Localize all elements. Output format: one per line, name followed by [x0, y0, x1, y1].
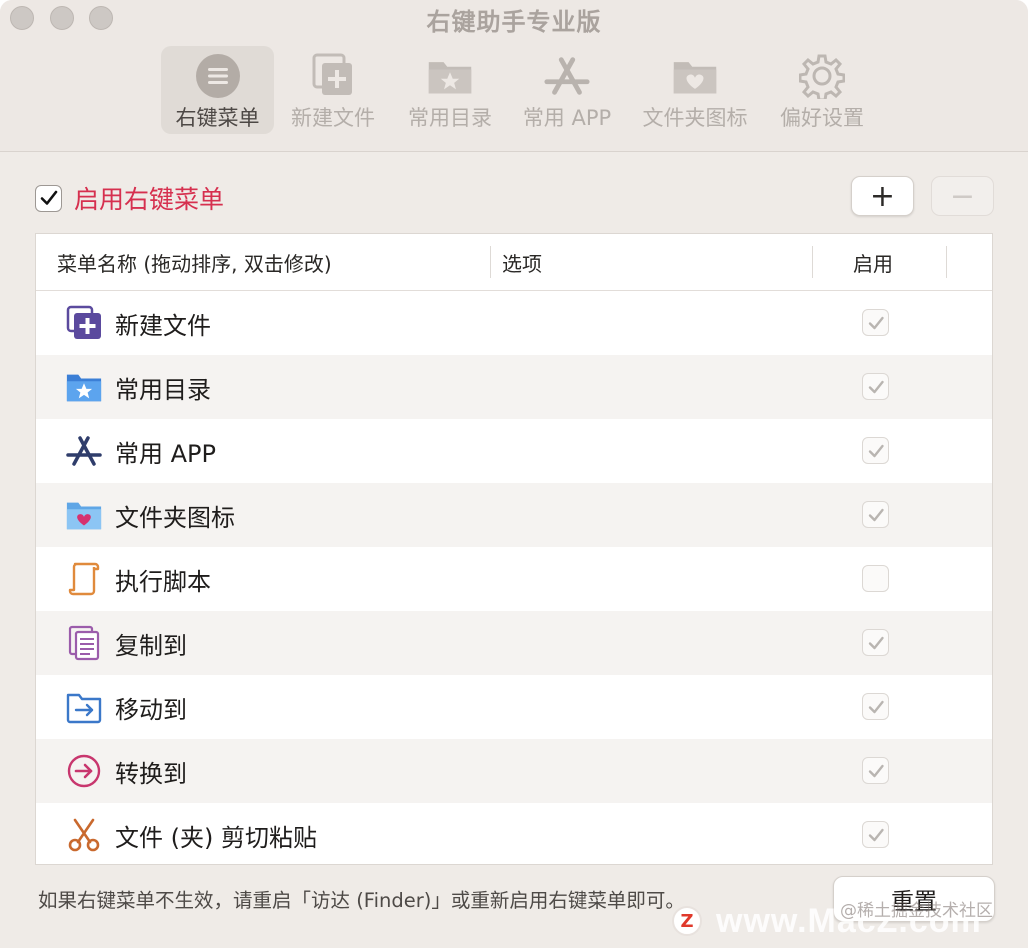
- column-divider[interactable]: [812, 246, 813, 278]
- enable-right-click-checkbox[interactable]: [35, 184, 62, 212]
- row-enabled-checkbox[interactable]: [862, 629, 889, 656]
- folder-star-icon: [65, 369, 103, 405]
- row-enabled-checkbox[interactable]: [862, 757, 889, 784]
- row-label: 文件 (夹) 剪切粘贴: [115, 823, 317, 852]
- checkmark-icon: [868, 636, 884, 649]
- checkmark-icon: [868, 380, 884, 393]
- row-enabled-checkbox[interactable]: [862, 821, 889, 848]
- checkmark-icon: [868, 700, 884, 713]
- table-row[interactable]: 常用目录: [36, 355, 992, 419]
- column-header-name[interactable]: 菜单名称 (拖动排序, 双击修改): [57, 234, 332, 291]
- row-label: 新建文件: [115, 311, 211, 340]
- column-header-option[interactable]: 选项: [502, 234, 542, 291]
- remove-item-button[interactable]: −: [931, 176, 994, 216]
- enable-right-click-label: 启用右键菜单: [74, 185, 225, 214]
- column-divider[interactable]: [490, 246, 491, 278]
- tab-right-click-menu[interactable]: 右键菜单: [161, 46, 274, 134]
- tab-preferences[interactable]: 偏好设置: [770, 46, 874, 134]
- copy-document-icon: [65, 625, 103, 661]
- new-file-icon: [65, 305, 103, 341]
- scissors-icon: [65, 817, 103, 853]
- move-folder-icon: [65, 689, 103, 725]
- app-store-icon: [543, 52, 591, 100]
- tab-folder-icon[interactable]: 文件夹图标: [634, 46, 756, 134]
- row-label: 文件夹图标: [115, 503, 235, 532]
- tab-label: 常用 APP: [522, 106, 612, 130]
- enable-right-click-row[interactable]: 启用右键菜单: [35, 180, 224, 216]
- tab-common-folders[interactable]: 常用目录: [397, 46, 503, 134]
- checkmark-icon: [868, 508, 884, 521]
- checkmark-icon: [868, 828, 884, 841]
- folder-heart-icon: [65, 497, 103, 533]
- table-row[interactable]: 常用 APP: [36, 419, 992, 483]
- convert-arrow-icon: [65, 753, 103, 789]
- row-enabled-checkbox[interactable]: [862, 501, 889, 528]
- tab-label: 偏好设置: [780, 106, 864, 130]
- app-window: 右键助手专业版 右键菜单 新建文件 常用目录 常用 APP 文件夹图标 偏好设置…: [0, 0, 1028, 948]
- row-enabled-checkbox[interactable]: [862, 565, 889, 592]
- table-row[interactable]: 复制到: [36, 611, 992, 675]
- menu-circle-icon: [194, 52, 242, 100]
- row-enabled-checkbox[interactable]: [862, 373, 889, 400]
- app-store-icon: [65, 433, 103, 469]
- row-label: 移动到: [115, 695, 187, 724]
- tab-label: 右键菜单: [175, 106, 260, 130]
- gear-icon: [798, 52, 846, 100]
- row-label: 常用 APP: [115, 439, 216, 468]
- menu-items-table: 菜单名称 (拖动排序, 双击修改) 选项 启用 新建文件 常用目录 常用 APP…: [35, 233, 993, 865]
- checkmark-icon: [868, 444, 884, 457]
- row-enabled-checkbox[interactable]: [862, 437, 889, 464]
- folder-heart-icon: [671, 52, 719, 100]
- tab-label: 文件夹图标: [642, 106, 748, 130]
- table-row[interactable]: 执行脚本: [36, 547, 992, 611]
- tab-new-file[interactable]: 新建文件: [280, 46, 386, 134]
- row-label: 转换到: [115, 759, 187, 788]
- window-title: 右键助手专业版: [426, 8, 602, 36]
- new-file-icon: [309, 52, 357, 100]
- row-enabled-checkbox[interactable]: [862, 693, 889, 720]
- table-row[interactable]: 文件 (夹) 剪切粘贴: [36, 803, 992, 864]
- checkmark-icon: [40, 190, 57, 205]
- table-row[interactable]: 移动到: [36, 675, 992, 739]
- checkmark-icon: [868, 764, 884, 777]
- table-row[interactable]: 文件夹图标: [36, 483, 992, 547]
- tab-label: 常用目录: [408, 106, 492, 130]
- script-scroll-icon: [65, 561, 103, 597]
- folder-star-icon: [426, 52, 474, 100]
- table-row[interactable]: 新建文件: [36, 291, 992, 355]
- column-divider[interactable]: [946, 246, 947, 278]
- add-item-button[interactable]: +: [851, 176, 914, 216]
- footer-hint: 如果右键菜单不生效，请重启「访达 (Finder)」或重新启用右键菜单即可。: [38, 889, 685, 912]
- row-enabled-checkbox[interactable]: [862, 309, 889, 336]
- column-header-enabled[interactable]: 启用: [853, 234, 893, 291]
- row-label: 执行脚本: [115, 567, 211, 596]
- tab-label: 新建文件: [291, 106, 375, 130]
- checkmark-icon: [868, 316, 884, 329]
- watermark-credit: @稀土掘金技术社区: [840, 901, 993, 921]
- toolbar: 右键助手专业版 右键菜单 新建文件 常用目录 常用 APP 文件夹图标 偏好设置: [0, 0, 1028, 152]
- table-row[interactable]: 转换到: [36, 739, 992, 803]
- row-label: 复制到: [115, 631, 187, 660]
- tab-common-app[interactable]: 常用 APP: [514, 46, 620, 134]
- watermark-logo: Z: [672, 906, 702, 936]
- watermark: Z www.MacZ.com @稀土掘金技术社区: [672, 898, 993, 944]
- row-label: 常用目录: [115, 375, 211, 404]
- table-header: 菜单名称 (拖动排序, 双击修改) 选项 启用: [36, 234, 992, 291]
